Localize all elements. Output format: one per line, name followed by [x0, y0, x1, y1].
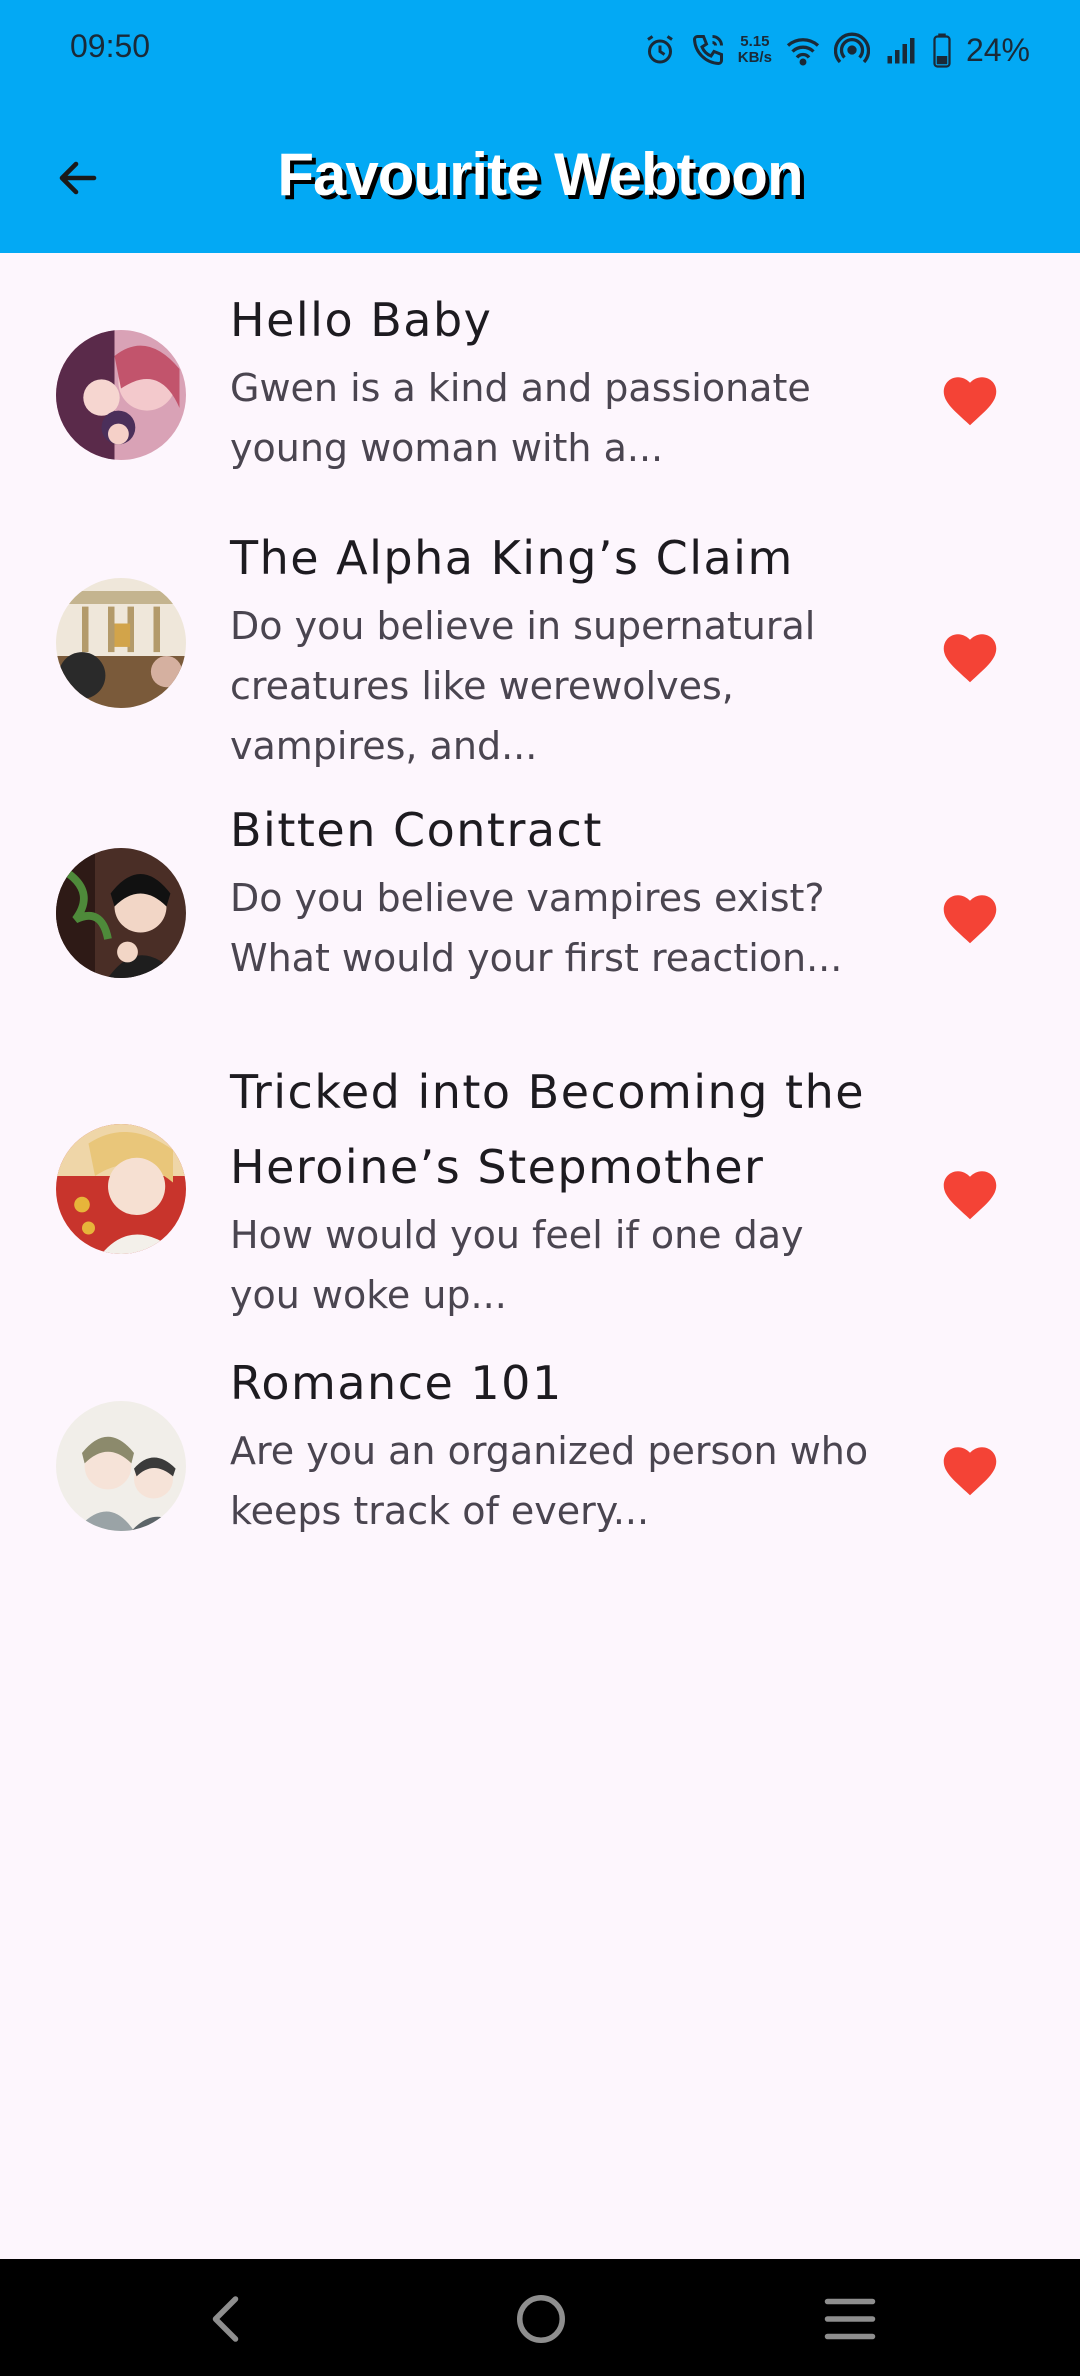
item-description: Do you believe in supernatural [230, 604, 816, 648]
hotspot-icon [833, 32, 870, 64]
nav-menu-icon[interactable] [820, 2289, 880, 2349]
item-description: young woman with a... [230, 426, 664, 470]
heart-icon[interactable] [940, 1441, 1000, 1497]
network-speed: 5.15 KB/s [737, 33, 772, 66]
item-description: Gwen is a kind and passionate [230, 366, 811, 410]
cover-thumbnail [56, 578, 186, 708]
call-icon [692, 35, 723, 66]
list-item[interactable]: The Alpha King’s Claim Do you believe in… [0, 493, 1080, 793]
item-title: Hello Baby [230, 293, 493, 347]
system-nav-bar [0, 2259, 1080, 2376]
item-description: Do you believe vampires exist? [230, 876, 825, 920]
nav-home-icon[interactable] [511, 2289, 571, 2349]
wifi-icon [786, 38, 820, 66]
item-description: Are you an organized person who [230, 1429, 869, 1473]
list-item[interactable]: Tricked into Becoming the Heroine’s Step… [0, 1033, 1080, 1346]
item-description: How would you feel if one day [230, 1213, 804, 1257]
list-item[interactable]: Bitten Contract Do you believe vampires … [0, 793, 1080, 1033]
app-bar: Favourite Webtoon [0, 100, 1080, 253]
avatar [56, 1401, 186, 1531]
item-text: The Alpha King’s Claim Do you believe in… [230, 521, 910, 776]
item-title: Heroine’s Stepmother [230, 1140, 765, 1194]
avatar [56, 578, 186, 708]
item-title: Romance 101 [230, 1356, 563, 1410]
avatar [56, 1124, 186, 1254]
heart-icon[interactable] [940, 889, 1000, 945]
avatar [56, 330, 186, 460]
item-description: you woke up... [230, 1273, 507, 1317]
battery-icon [933, 33, 951, 68]
item-text: Romance 101 Are you an organized person … [230, 1346, 910, 1541]
item-description: vampires, and... [230, 724, 538, 768]
alarm-icon [646, 35, 673, 64]
item-description: creatures like werewolves, [230, 664, 734, 708]
favourites-list: Hello Baby Gwen is a kind and passionate… [0, 253, 1080, 1586]
item-title: The Alpha King’s Claim [230, 531, 794, 585]
item-title: Tricked into Becoming the [230, 1065, 866, 1119]
item-description: What would your first reaction... [230, 936, 843, 980]
battery-percent: 24% [965, 31, 1030, 68]
item-title: Bitten Contract [230, 803, 603, 857]
status-time: 09:50 [70, 28, 151, 64]
heart-icon[interactable] [940, 371, 1000, 427]
cover-thumbnail [56, 1124, 186, 1254]
item-text: Hello Baby Gwen is a kind and passionate… [230, 283, 910, 478]
signal-icon [887, 38, 915, 64]
item-text: Bitten Contract Do you believe vampires … [230, 793, 910, 988]
nav-back-icon[interactable] [198, 2289, 258, 2349]
page-title: Favourite Webtoon [277, 141, 803, 208]
status-icons: 5.15 KB/s 24% [642, 24, 1030, 76]
cover-thumbnail [56, 848, 186, 978]
cover-thumbnail [56, 1401, 186, 1531]
item-text: Tricked into Becoming the Heroine’s Step… [230, 1055, 910, 1325]
avatar [56, 848, 186, 978]
list-item[interactable]: Hello Baby Gwen is a kind and passionate… [0, 253, 1080, 493]
heart-icon[interactable] [940, 628, 1000, 684]
item-description: keeps track of every... [230, 1489, 650, 1533]
status-bar: 09:50 5.15 KB/s 24% [0, 0, 1080, 100]
list-item[interactable]: Romance 101 Are you an organized person … [0, 1346, 1080, 1586]
cover-thumbnail [56, 330, 186, 460]
heart-icon[interactable] [940, 1165, 1000, 1221]
